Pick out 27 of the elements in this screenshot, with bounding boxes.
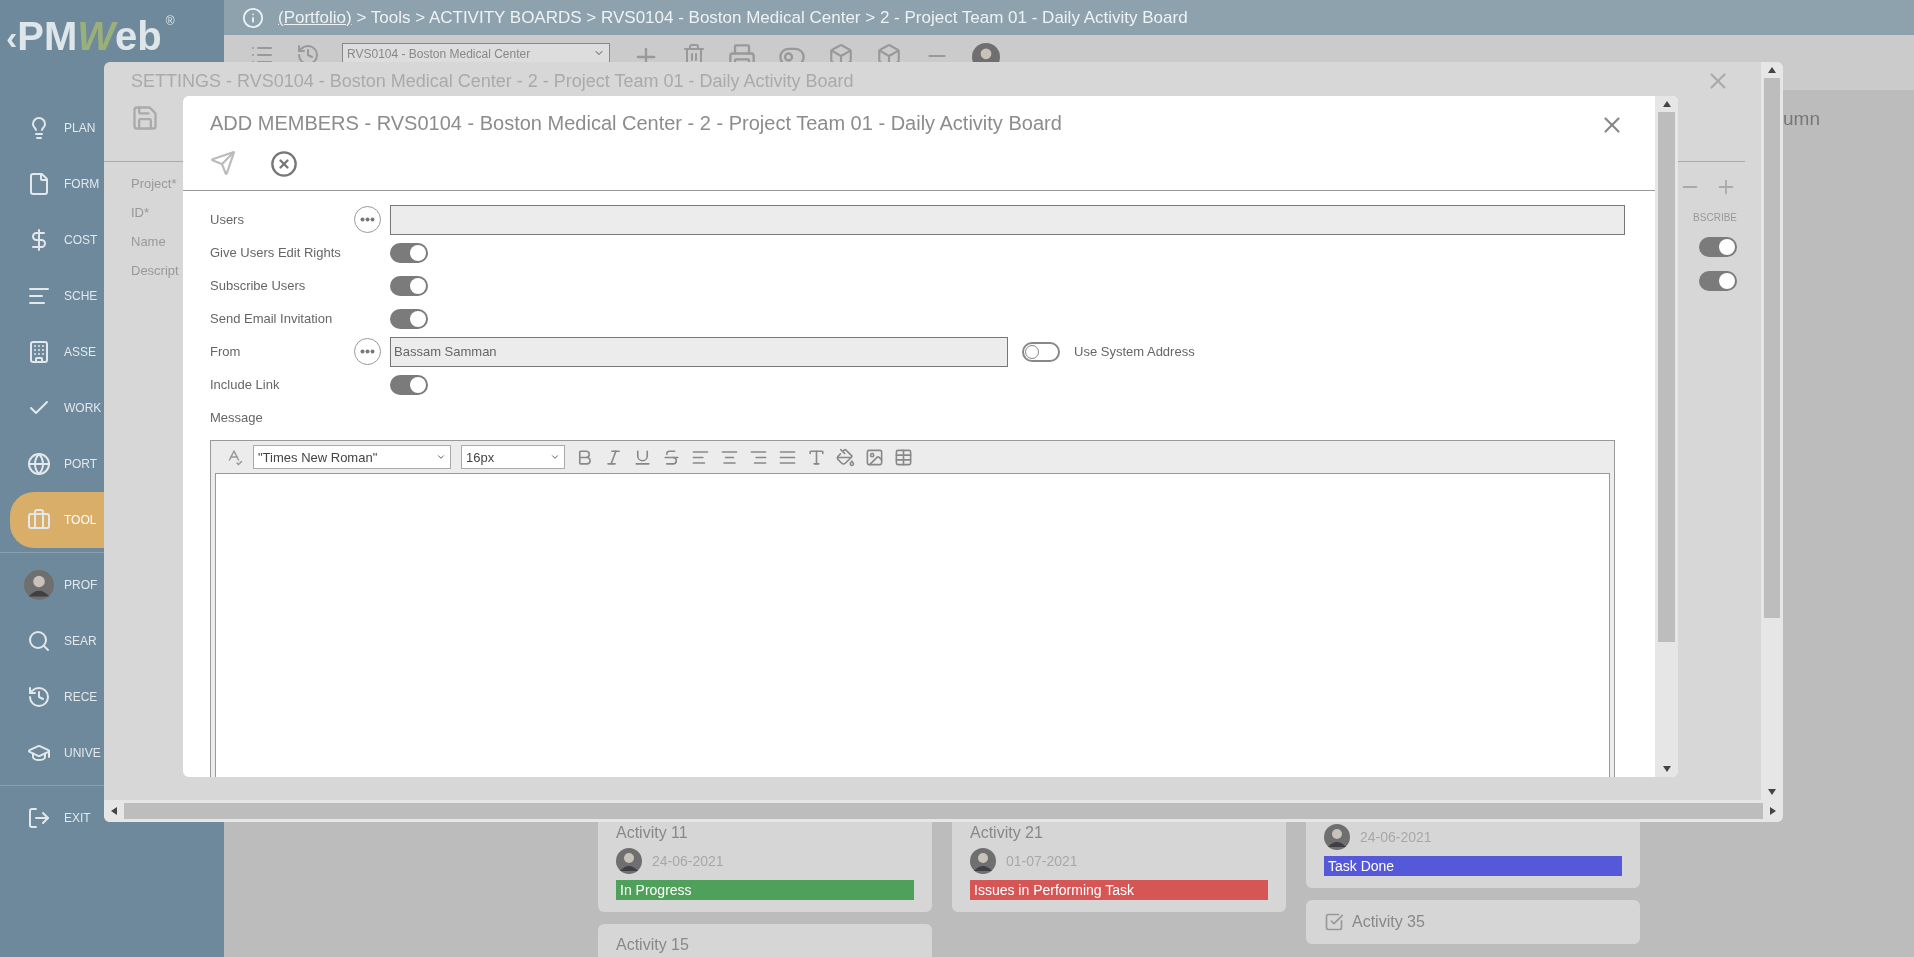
card-title: Activity 15 <box>616 936 689 954</box>
column-header: umn <box>1783 108 1820 129</box>
logo-text: PM <box>17 14 78 59</box>
field-label: Subscribe Users <box>210 278 307 293</box>
field-label: Project* <box>131 176 178 191</box>
field-label: Include Link <box>210 377 281 392</box>
status-bar: Issues in Performing Task <box>970 880 1268 900</box>
column-label: BSCRIBE <box>1693 212 1737 223</box>
field-label: Name <box>131 234 167 249</box>
field-label: From <box>210 344 242 359</box>
field-label: Message <box>210 410 264 425</box>
card-title: Activity 11 <box>616 824 688 842</box>
registered-mark: ® <box>165 14 175 28</box>
card-title: Activity 21 <box>970 824 1043 842</box>
field-label: Send Email Invitation <box>210 311 334 326</box>
status-bar: In Progress <box>616 880 914 900</box>
field-label: Users <box>210 212 245 227</box>
status-bar: Task Done <box>1324 856 1622 876</box>
dialog-title: ADD MEMBERS - RVS0104 - Boston Medical Center - 2 - Project Team 01 - Daily Activity Board <box>210 112 1062 136</box>
breadcrumb: (Portfolio) > Tools > ACTIVITY BOARDS > RVS0104 - Boston Medical Center > 2 - Project Team 01 - Daily Activity Board <box>278 7 1188 28</box>
card-title: Activity 35 <box>1352 913 1425 931</box>
option-label: Use System Address <box>1074 344 1195 359</box>
logo-mark: W <box>77 14 116 59</box>
field-label: ID* <box>131 205 151 220</box>
logo-text: eb <box>115 14 162 59</box>
field-label: Give Users Edit Rights <box>210 245 342 260</box>
field-label: Descript <box>131 263 179 278</box>
